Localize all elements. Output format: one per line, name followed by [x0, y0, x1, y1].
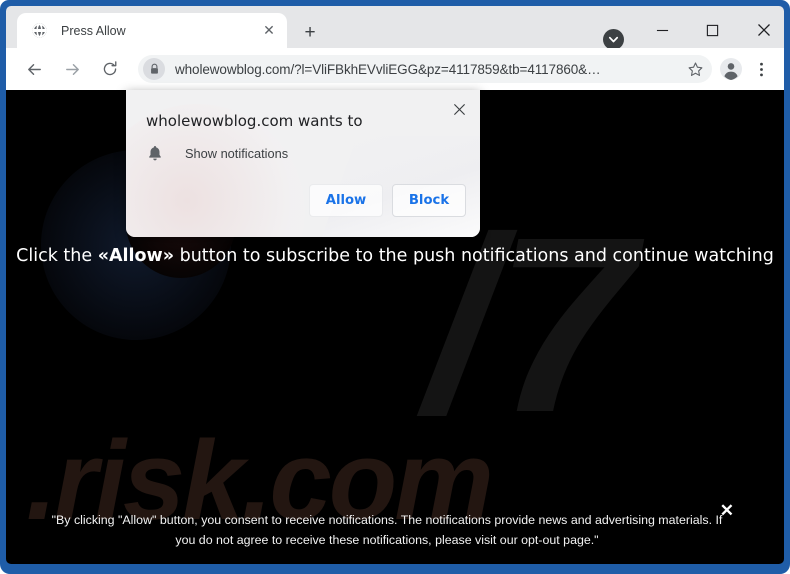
address-bar[interactable]: wholewowblog.com/?l=VliFBkhEVvliEGG&pz=4… [138, 55, 712, 83]
browser-window: Press Allow ✕ + wholewowblog.com/?l=VliF… [0, 0, 790, 574]
consent-banner-close-icon[interactable]: ✕ [720, 502, 734, 519]
reload-icon[interactable] [96, 55, 124, 83]
bookmark-star-icon[interactable] [682, 56, 708, 82]
window-maximize-button[interactable] [690, 14, 735, 46]
tab-close-icon[interactable]: ✕ [260, 22, 278, 40]
new-tab-icon[interactable]: + [299, 21, 321, 43]
watermark-glyph: /7 [426, 185, 635, 464]
cta-prefix: Click the [16, 246, 98, 266]
avatar-icon[interactable] [718, 56, 744, 82]
browser-toolbar: wholewowblog.com/?l=VliFBkhEVvliEGG&pz=4… [6, 48, 784, 90]
tab-strip: Press Allow ✕ + [6, 6, 786, 50]
call-to-action-text: Click the «Allow» button to subscribe to… [6, 246, 784, 266]
notification-permission-dialog: wholewowblog.com wants to Show notificat… [126, 90, 480, 237]
cta-suffix: button to subscribe to the push notifica… [174, 246, 774, 266]
allow-button[interactable]: Allow [309, 184, 383, 217]
globe-icon [31, 22, 48, 39]
dialog-title: wholewowblog.com wants to [146, 112, 363, 130]
tab-title: Press Allow [61, 23, 126, 38]
browser-menu-icon[interactable] [748, 56, 774, 82]
forward-icon[interactable] [58, 55, 86, 83]
bell-icon [146, 144, 164, 162]
address-bar-url[interactable]: wholewowblog.com/?l=VliFBkhEVvliEGG&pz=4… [175, 62, 682, 77]
window-minimize-button[interactable] [640, 14, 685, 46]
dialog-permission-row: Show notifications [146, 144, 288, 162]
window-close-button[interactable] [741, 14, 786, 46]
lock-icon[interactable] [143, 58, 165, 80]
browser-tab-press-allow[interactable]: Press Allow ✕ [17, 13, 287, 48]
back-icon[interactable] [20, 55, 48, 83]
dialog-actions: Allow Block [309, 184, 466, 217]
block-button[interactable]: Block [392, 184, 466, 217]
cta-emphasis: «Allow» [97, 246, 175, 266]
tab-search-icon[interactable] [603, 29, 624, 50]
dialog-permission-label: Show notifications [185, 145, 289, 161]
dialog-close-icon[interactable] [447, 97, 471, 121]
consent-banner-text: "By clicking "Allow" button, you consent… [51, 513, 723, 547]
